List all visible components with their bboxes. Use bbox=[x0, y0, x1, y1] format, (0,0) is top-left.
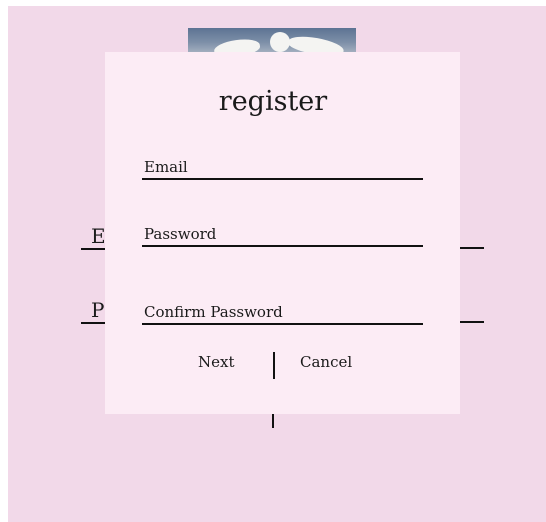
background-divider bbox=[272, 414, 274, 428]
cancel-button[interactable]: Cancel bbox=[300, 353, 352, 371]
email-field[interactable]: Email bbox=[142, 154, 423, 180]
confirm-password-field[interactable]: Confirm Password bbox=[142, 299, 423, 325]
background-password-underline-right bbox=[460, 321, 484, 323]
email-label: Email bbox=[144, 158, 188, 176]
swan-head bbox=[270, 32, 290, 52]
background-email-underline-left bbox=[81, 248, 105, 250]
background-password-underline-left bbox=[81, 322, 105, 324]
password-field[interactable]: Password bbox=[142, 221, 423, 247]
background-swan-image bbox=[188, 28, 356, 54]
swan-wing-right bbox=[287, 33, 345, 54]
dialog-title: register bbox=[218, 86, 328, 117]
background-password-label-fragment: P bbox=[91, 298, 105, 322]
background-email-label-fragment: E bbox=[91, 224, 106, 248]
button-divider bbox=[273, 352, 275, 379]
background-email-underline-right bbox=[460, 247, 484, 249]
next-button[interactable]: Next bbox=[198, 353, 235, 371]
password-label: Password bbox=[144, 225, 217, 243]
confirm-password-label: Confirm Password bbox=[144, 303, 283, 321]
